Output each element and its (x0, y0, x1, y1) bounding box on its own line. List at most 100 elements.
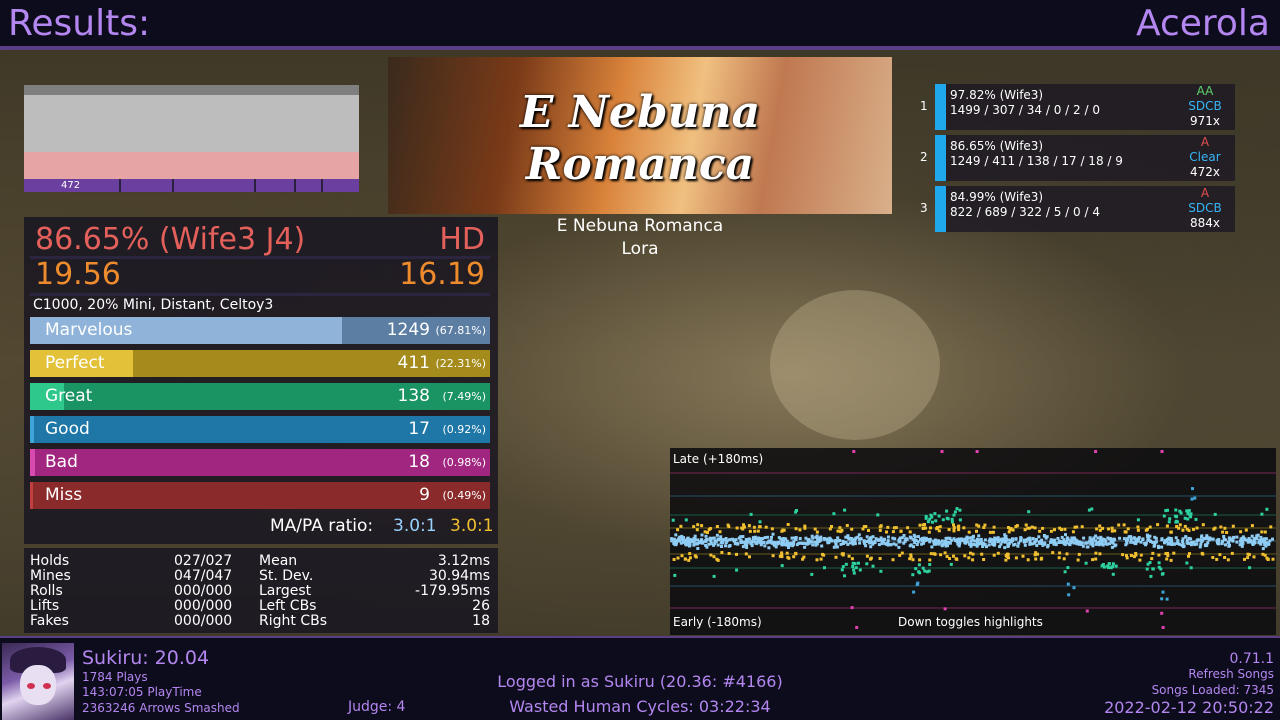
offset-tap-marker (918, 523, 922, 527)
offset-tap-marker (715, 533, 719, 537)
offset-tap-marker (992, 525, 996, 529)
offset-tap-marker (1033, 540, 1037, 544)
banner-text-line1: E Nebuna (519, 87, 761, 138)
offset-tap-marker (1033, 526, 1037, 530)
offset-tap-marker (749, 541, 753, 545)
offset-tap-marker (852, 571, 856, 575)
offset-tap-marker (836, 536, 840, 540)
offset-tap-marker (787, 546, 790, 549)
offset-tap-marker (1062, 538, 1066, 542)
offset-tap-marker (949, 562, 953, 566)
offset-tap-marker (1261, 547, 1265, 551)
offset-tap-marker (803, 524, 807, 528)
offset-tap-marker (1110, 545, 1114, 549)
offset-tap-marker (1051, 551, 1055, 555)
scoreboard-entry[interactable]: 1 97.82% (Wife3) 1499 / 307 / 34 / 0 / 2 /… (915, 84, 1235, 130)
offset-tap-marker (1028, 542, 1032, 546)
offset-tap-marker (955, 557, 959, 561)
grade: HD (439, 222, 485, 257)
scoreboard-judgments: 822 / 689 / 322 / 5 / 0 / 4 (950, 205, 1100, 219)
offset-tap-marker (1123, 530, 1127, 534)
offset-tap-marker (1160, 537, 1164, 541)
offset-tap-marker (819, 557, 823, 561)
offset-tap-marker (923, 523, 926, 526)
offset-tap-marker (914, 567, 918, 571)
offset-tap-marker (767, 546, 771, 550)
divider (30, 293, 490, 296)
refresh-songs-button[interactable]: Refresh Songs (1188, 667, 1274, 681)
offset-tap-marker (865, 535, 869, 539)
offset-tap-marker (948, 541, 952, 545)
offset-tap-marker (756, 529, 760, 533)
offset-tap-marker (790, 536, 794, 540)
offset-tap-marker (936, 526, 940, 529)
offset-tap-marker (1188, 552, 1191, 556)
scoreboard-entry[interactable]: 3 84.99% (Wife3) 822 / 689 / 322 / 5 / 0 /… (915, 186, 1235, 232)
scoreboard-entry-accent (935, 135, 946, 181)
offset-tap-marker (1231, 539, 1235, 543)
offset-tap-marker (839, 542, 843, 546)
offset-tap-marker (1175, 515, 1179, 519)
offset-tap-marker (728, 544, 732, 547)
offset-tap-marker (1121, 553, 1125, 557)
offset-tap-marker (748, 537, 751, 541)
offset-tap-marker (1186, 541, 1190, 545)
offset-tap-marker (810, 572, 814, 576)
offset-tap-marker (827, 541, 831, 544)
offset-tap-marker (774, 541, 778, 545)
offset-tap-marker (945, 555, 949, 558)
life-graph: 472 (24, 85, 359, 192)
offset-tap-marker (982, 558, 986, 561)
offset-tap-marker (1056, 537, 1060, 540)
scoreboard-entry[interactable]: 2 86.65% (Wife3) 1249 / 411 / 138 / 17 / 1… (915, 135, 1235, 181)
offset-tap-marker (1194, 517, 1198, 521)
offset-tap-marker (794, 551, 798, 555)
offset-tap-marker (814, 543, 818, 547)
offset-tap-marker (1096, 536, 1100, 540)
offset-tap-marker (1157, 553, 1161, 557)
offset-tap-marker (1211, 537, 1215, 541)
offset-tap-marker (1041, 543, 1045, 547)
offset-tap-marker (719, 537, 723, 541)
offset-tap-marker (1219, 525, 1223, 529)
offset-tap-marker (865, 562, 869, 566)
background-decoration (770, 290, 940, 440)
offset-tap-marker (930, 520, 934, 524)
offset-tap-marker (950, 517, 954, 521)
offset-tap-marker (947, 528, 951, 532)
judgment-percent: (0.92%) (442, 423, 486, 436)
offset-tap-marker (707, 542, 711, 546)
offset-tap-marker (834, 555, 838, 559)
offset-tap-marker (802, 555, 806, 559)
judgment-name: Great (45, 386, 93, 406)
offset-tap-marker (815, 530, 819, 534)
offset-tap-marker (883, 537, 886, 541)
offset-tap-marker (1165, 557, 1169, 561)
offset-tap-marker (688, 556, 692, 560)
offset-tap-marker (1134, 553, 1138, 557)
offset-tap-marker (1195, 539, 1199, 543)
offset-tap-marker (876, 513, 880, 517)
offset-tap-marker (864, 544, 868, 548)
offset-tap-marker (1172, 542, 1176, 546)
offset-tap-marker (927, 530, 931, 534)
offset-tap-marker (845, 535, 849, 539)
offset-tap-marker (1072, 586, 1076, 590)
offset-tap-marker (697, 540, 701, 544)
scoreboard-combo: 971x (1189, 114, 1220, 128)
offset-tap-marker (780, 541, 784, 545)
offset-plot[interactable] (670, 448, 1276, 635)
offset-tap-marker (708, 527, 712, 530)
offset-tap-marker (1227, 541, 1231, 545)
offset-tap-marker (987, 543, 991, 547)
offset-tap-marker (1057, 556, 1061, 560)
offset-tap-marker (1039, 557, 1043, 561)
offset-tap-marker (1114, 564, 1118, 568)
offset-tap-marker (745, 543, 748, 547)
offset-late-label: Late (+180ms) (673, 452, 764, 466)
avatar[interactable] (2, 643, 74, 720)
offset-tap-marker (1184, 535, 1188, 539)
offset-tap-marker (879, 536, 883, 540)
offset-tap-marker (945, 516, 949, 520)
offset-tap-marker (1167, 520, 1171, 524)
